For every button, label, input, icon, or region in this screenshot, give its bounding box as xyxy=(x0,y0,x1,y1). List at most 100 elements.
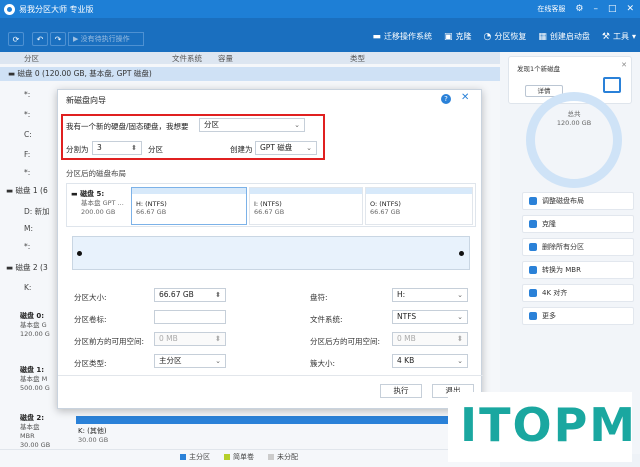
split-unit: 分区 xyxy=(148,145,163,154)
stepper-icon: ⬍ xyxy=(215,291,221,299)
space-after-input[interactable]: 0 MB ⬍ xyxy=(392,332,468,346)
close-icon[interactable]: ✕ xyxy=(621,61,627,69)
table-header: 分区 文件系统 容量 类型 xyxy=(0,52,500,64)
maximize-icon[interactable]: □ xyxy=(608,4,617,14)
size-stepper[interactable]: 66.67 GB ⬍ xyxy=(154,288,226,302)
action-select[interactable]: 分区 ⌄ xyxy=(199,118,305,132)
chevron-down-icon: ⌄ xyxy=(294,121,300,129)
chevron-down-icon: ⌄ xyxy=(306,144,312,152)
partition-type-select[interactable]: 主分区 ⌄ xyxy=(154,354,226,368)
clone-disk-button[interactable]: 克隆 xyxy=(522,215,634,233)
space-before-input[interactable]: 0 MB ⬍ xyxy=(154,332,226,346)
help-icon[interactable]: ? xyxy=(441,94,451,104)
operations-list: 调整磁盘布局 克隆 删除所有分区 转换为 MBR 4K 对齐 更多 xyxy=(522,192,634,330)
size-label: 分区大小: xyxy=(74,293,107,302)
execute-button[interactable]: 执行 xyxy=(380,384,422,398)
drive-letter-select[interactable]: H: ⌄ xyxy=(392,288,468,302)
column-type[interactable]: 类型 xyxy=(350,53,365,64)
chevron-down-icon: ⌄ xyxy=(215,357,221,365)
partition-row[interactable]: D: 新加 xyxy=(24,206,50,217)
disk-row-2[interactable]: ▬ 磁盘 2 (3 xyxy=(6,262,48,273)
disk-card-2[interactable]: 磁盘 2: 基本盘 MBR 30.00 GB xyxy=(20,414,56,450)
disk-icon: ▬ xyxy=(71,190,81,198)
adjust-layout-button[interactable]: 调整磁盘布局 xyxy=(522,192,634,210)
partition-o[interactable]: O: (NTFS) 66.67 GB xyxy=(365,187,473,225)
redo-icon: ↷ xyxy=(54,34,62,44)
chevron-down-icon: ⌄ xyxy=(457,313,463,321)
disk-card-0[interactable]: 磁盘 0: 基本盘 G 120.00 G xyxy=(20,312,56,339)
app-logo-icon xyxy=(4,3,15,15)
undo-icon: ↶ xyxy=(36,34,44,44)
close-icon[interactable]: ✕ xyxy=(461,92,469,103)
partition-row[interactable]: F: xyxy=(24,150,30,159)
volume-input[interactable] xyxy=(154,310,226,324)
title-bar: 易我分区大师 专业版 在线客服 ⚙ – □ ✕ xyxy=(0,0,640,18)
online-service-link[interactable]: 在线客服 xyxy=(537,4,565,14)
space-before-label: 分区前方的可用空间: xyxy=(74,337,145,346)
partition-size-slider[interactable] xyxy=(72,236,470,270)
watermark: ITOPM xyxy=(448,392,635,462)
tools-icon: ⚒ xyxy=(601,31,610,42)
legend-unallocated: 未分配 xyxy=(268,452,298,462)
column-filesystem[interactable]: 文件系统 xyxy=(172,53,202,64)
migrate-os-button[interactable]: ▬ 迁移操作系统 xyxy=(373,31,433,42)
disk-row-0[interactable]: ▬ 磁盘 0 (120.00 GB, 基本盘, GPT 磁盘) xyxy=(0,67,500,81)
filesystem-select[interactable]: NTFS ⌄ xyxy=(392,310,468,324)
align-4k-button[interactable]: 4K 对齐 xyxy=(522,284,634,302)
partition-i[interactable]: I: (NTFS) 66.67 GB xyxy=(249,187,363,225)
divider xyxy=(58,375,483,376)
create-bootdisk-button[interactable]: ▦ 创建启动盘 xyxy=(538,31,590,42)
tools-button[interactable]: ⚒ 工具 ▾ xyxy=(602,31,636,42)
slider-handle-left[interactable] xyxy=(77,251,82,256)
close-icon[interactable]: ✕ xyxy=(626,4,634,14)
more-button[interactable]: 更多 xyxy=(522,307,634,325)
refresh-icon: ⟳ xyxy=(12,34,20,44)
disk-row-1[interactable]: ▬ 磁盘 1 (6 xyxy=(6,185,48,196)
partition-row[interactable]: *: xyxy=(24,168,30,177)
disk-info: ▬ 磁盘 5: 基本盘 GPT ... 200.00 GB xyxy=(71,190,124,216)
disk2-layout[interactable]: K: (其他) 30.00 GB xyxy=(76,416,481,446)
minimize-icon[interactable]: – xyxy=(593,4,598,14)
window-title: 易我分区大师 专业版 xyxy=(19,4,94,14)
convert-mbr-button[interactable]: 转换为 MBR xyxy=(522,261,634,279)
clone-icon xyxy=(529,220,537,228)
partition-row[interactable]: *: xyxy=(24,90,30,99)
partition-row[interactable]: C: xyxy=(24,130,32,139)
stepper-icon: ⬍ xyxy=(456,334,463,343)
migrate-icon: ▬ xyxy=(372,31,382,42)
filesystem-label: 文件系统: xyxy=(310,315,343,324)
refresh-button[interactable]: ⟳ xyxy=(8,32,24,46)
recover-icon: ◔ xyxy=(483,31,492,42)
partition-row[interactable]: *: xyxy=(24,110,30,119)
capacity-label: 总共 120.00 GB xyxy=(556,110,592,127)
column-partition[interactable]: 分区 xyxy=(24,53,39,64)
disk-card-1[interactable]: 磁盘 1: 基本盘 M 500.00 G xyxy=(20,366,56,393)
cluster-size-select[interactable]: 4 KB ⌄ xyxy=(392,354,468,368)
more-icon xyxy=(529,312,537,320)
align-icon xyxy=(529,289,537,297)
partition-recovery-button[interactable]: ◔ 分区恢复 xyxy=(484,31,527,42)
space-after-label: 分区后方的可用空间: xyxy=(310,337,381,346)
partition-row[interactable]: M: xyxy=(24,224,33,233)
partition-bar xyxy=(76,416,481,424)
partition-style-select[interactable]: GPT 磁盘 ⌄ xyxy=(255,141,317,155)
split-count-stepper[interactable]: 3 ⬍ xyxy=(92,141,142,155)
new-disk-wizard-dialog: 新磁盘向导 ? ✕ 我有一个新的硬盘/固态硬盘，我想要 分区 ⌄ 分割为 3 ⬍ 分… xyxy=(57,89,483,409)
stepper-icon: ⬍ xyxy=(131,144,137,152)
create-as-label: 创建为 xyxy=(230,145,253,154)
undo-button[interactable]: ↶ xyxy=(32,32,48,46)
partition-row[interactable]: K: xyxy=(24,283,31,292)
clone-button[interactable]: ▣ 克隆 xyxy=(444,31,472,42)
settings-icon[interactable]: ⚙ xyxy=(575,4,583,14)
legend: 主分区 简单卷 未分配 xyxy=(180,452,298,462)
pending-operations-button[interactable]: ▶ 没有待执行操作 xyxy=(68,32,144,46)
partition-h[interactable]: H: (NTFS) 66.67 GB xyxy=(131,187,247,225)
column-capacity[interactable]: 容量 xyxy=(218,53,233,64)
slider-handle-right[interactable] xyxy=(459,251,464,256)
convert-icon xyxy=(529,266,537,274)
dialog-title: 新磁盘向导 xyxy=(66,96,106,105)
partition-row[interactable]: *: xyxy=(24,242,30,251)
play-icon: ▶ xyxy=(73,35,81,43)
redo-button[interactable]: ↷ xyxy=(50,32,66,46)
delete-all-button[interactable]: 删除所有分区 xyxy=(522,238,634,256)
